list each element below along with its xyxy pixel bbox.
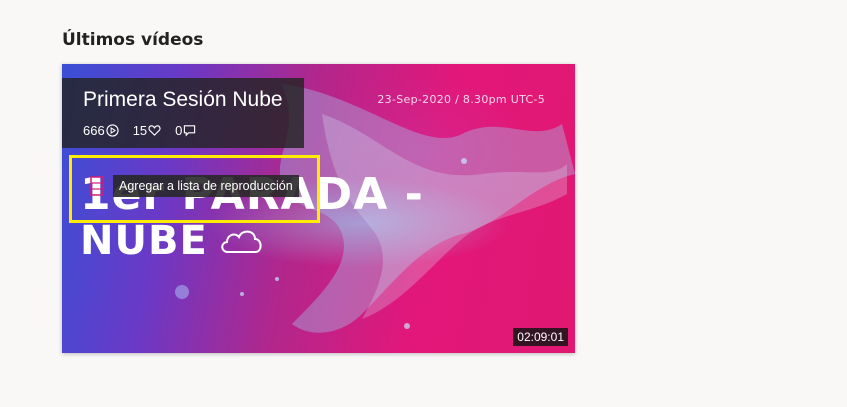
highlight-box bbox=[69, 155, 320, 223]
comments-stat[interactable]: 0 bbox=[175, 123, 196, 138]
likes-count: 15 bbox=[132, 123, 148, 138]
video-meta-box: Primera Sesión Nube 666 15 0 bbox=[62, 78, 304, 148]
video-title[interactable]: Primera Sesión Nube bbox=[83, 88, 283, 112]
views-stat: 666 bbox=[83, 123, 119, 138]
heart-icon[interactable] bbox=[148, 124, 161, 137]
comments-count: 0 bbox=[175, 123, 183, 138]
video-stats: 666 15 0 bbox=[83, 123, 196, 138]
comment-icon[interactable] bbox=[183, 124, 196, 137]
video-card[interactable]: 1er PARADA - NUBE 23-Sep-2020 / 8.30pm U… bbox=[62, 64, 575, 353]
views-count: 666 bbox=[83, 123, 105, 138]
thumbnail-title-line2: NUBE bbox=[80, 218, 208, 265]
play-circle-icon bbox=[106, 124, 119, 137]
cloud-icon bbox=[221, 230, 262, 254]
likes-stat[interactable]: 15 bbox=[133, 123, 161, 138]
broadcast-date: 23-Sep-2020 / 8.30pm UTC-5 bbox=[377, 93, 545, 106]
video-duration: 02:09:01 bbox=[513, 328, 568, 346]
section-title: Últimos vídeos bbox=[62, 30, 204, 50]
